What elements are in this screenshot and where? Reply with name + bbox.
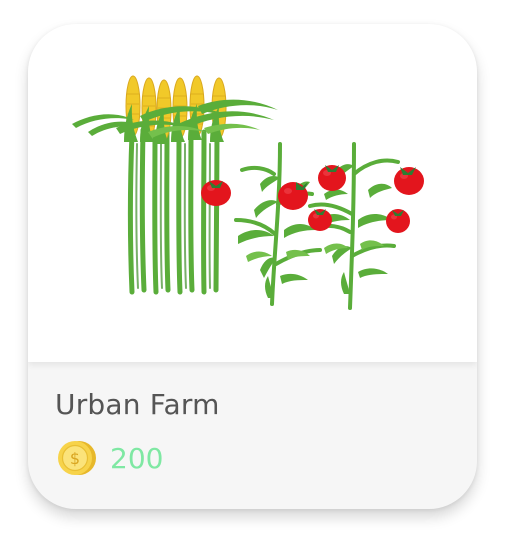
item-title: Urban Farm xyxy=(55,388,220,421)
corn-and-tomato-illustration xyxy=(72,75,424,310)
price-row: $ 200 xyxy=(55,438,163,478)
corn-plant-icon xyxy=(72,75,278,295)
tomato-plant-icon xyxy=(308,142,424,310)
farm-item-card[interactable]: Urban Farm $ 200 xyxy=(28,24,477,509)
gold-coin-icon: $ xyxy=(58,441,96,475)
item-illustration xyxy=(28,24,477,362)
item-price: 200 xyxy=(110,441,164,475)
svg-text:$: $ xyxy=(70,449,80,468)
